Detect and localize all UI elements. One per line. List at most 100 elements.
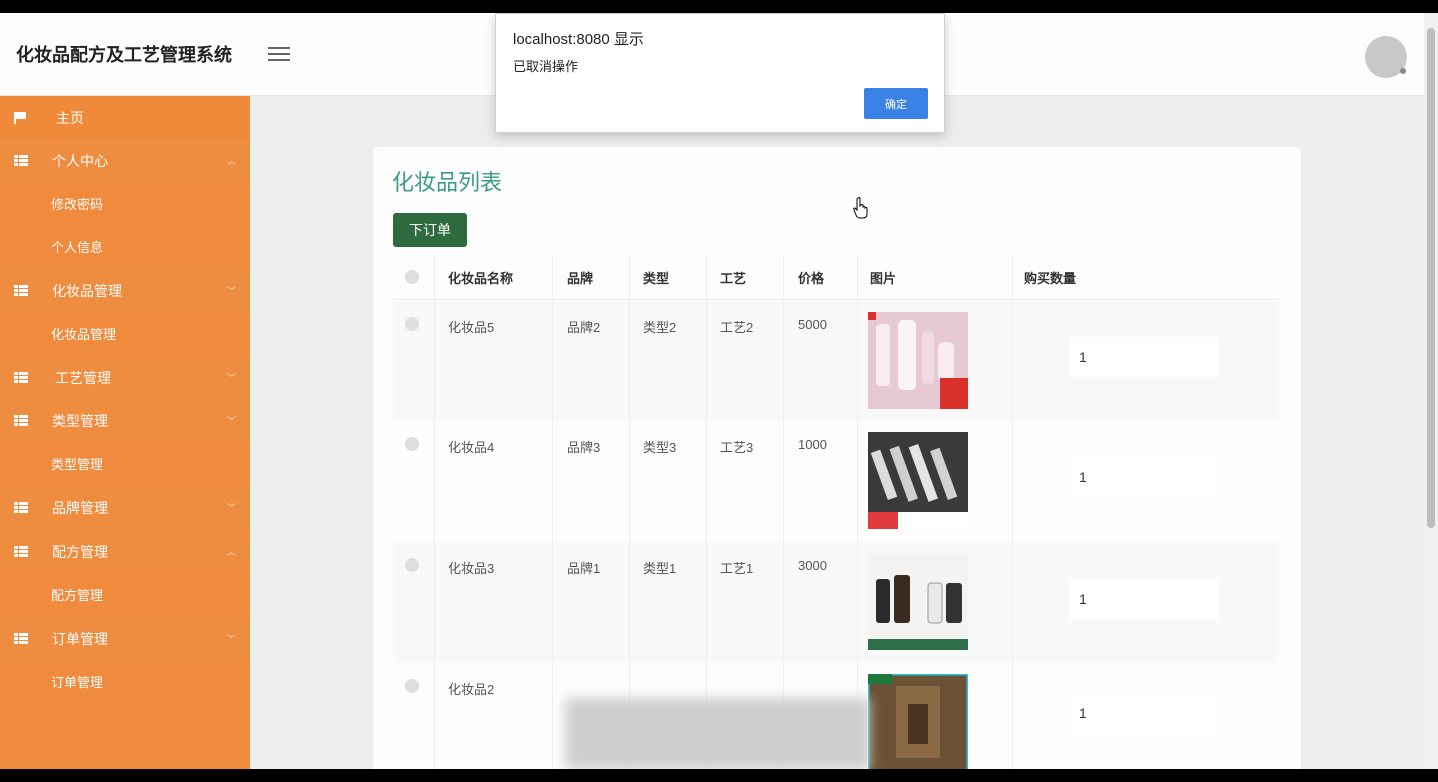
table-row: 化妆品4 品牌3 类型3 工艺3 1000 1 — [393, 421, 1279, 542]
sidebar-item-label: 订单管理 — [52, 630, 108, 647]
row-checkbox[interactable] — [405, 437, 419, 451]
chevron-up-icon: ︿ — [227, 547, 237, 557]
cell-name: 化妆品4 — [435, 421, 553, 542]
scrollbar-thumb[interactable] — [1427, 28, 1435, 528]
sidebar-item-label: 订单管理 — [51, 675, 104, 690]
quantity-input[interactable]: 1 — [1069, 579, 1219, 619]
dark-tubes-image — [868, 432, 968, 529]
table-header-row: 化妆品名称 品牌 类型 工艺 价格 图片 购买数量 — [393, 255, 1279, 300]
sidebar-item-label: 主页 — [56, 109, 84, 126]
sidebar-item-change-password[interactable]: 修改密码 — [0, 182, 250, 225]
sidebar-group-cosmetics[interactable]: 化妆品管理 ﹀ — [0, 269, 250, 312]
sidebar-item-profile[interactable]: 个人信息 — [0, 225, 250, 268]
sidebar-group-formula[interactable]: 配方管理 ︿ — [0, 530, 250, 573]
pink-bottles-image — [868, 312, 968, 409]
grid-icon — [14, 632, 28, 645]
flag-icon — [14, 111, 28, 124]
quantity-input[interactable]: 1 — [1069, 337, 1219, 377]
cell-quantity: 1 — [1013, 421, 1279, 542]
cell-type: 类型3 — [630, 421, 707, 542]
sidebar-group-personal[interactable]: 个人中心 ︿ — [0, 139, 250, 182]
dialog-title: localhost:8080 显示 — [513, 31, 644, 48]
column-header-quantity: 购买数量 — [1024, 270, 1077, 286]
avatar-status-dot — [1400, 68, 1406, 74]
cell-craft: 工艺2 — [707, 301, 784, 421]
column-header-image: 图片 — [858, 255, 1013, 299]
row-checkbox[interactable] — [405, 679, 419, 693]
column-header-name: 化妆品名称 — [435, 255, 553, 299]
cell-brand: 品牌2 — [553, 301, 630, 421]
column-header-craft: 工艺 — [707, 255, 784, 299]
chevron-down-icon: ﹀ — [227, 416, 237, 426]
row-select-cell[interactable] — [393, 301, 435, 421]
sidebar-item-type[interactable]: 类型管理 — [0, 442, 250, 485]
sidebar-item-label: 个人信息 — [51, 240, 104, 255]
cell-price: 1000 — [784, 421, 858, 542]
app-title: 化妆品配方及工艺管理系统 — [16, 45, 232, 65]
alert-dialog: localhost:8080 显示 已取消操作 确定 — [495, 13, 945, 133]
page-title: 化妆品列表 — [392, 170, 503, 195]
sidebar-item-label: 配方管理 — [52, 543, 108, 560]
cell-type: 类型1 — [630, 542, 707, 663]
chevron-down-icon: ﹀ — [227, 373, 237, 383]
screen-bottom-edge — [0, 769, 1438, 782]
sidebar-item-label: 化妆品管理 — [51, 327, 117, 342]
blurred-region — [565, 698, 870, 769]
sidebar-group-craft[interactable]: 工艺管理 ﹀ — [0, 356, 250, 399]
page-scrollbar[interactable] — [1424, 13, 1438, 769]
grid-icon — [14, 414, 28, 427]
cell-image — [858, 421, 1013, 542]
cell-quantity: 1 — [1013, 301, 1279, 421]
sidebar-item-label: 个人中心 — [52, 152, 108, 169]
cell-type: 类型2 — [630, 301, 707, 421]
row-checkbox[interactable] — [405, 558, 419, 572]
app-window: 化妆品配方及工艺管理系统 主页 个人中心 ︿ 修改密码 个人信息 化妆品管理 ﹀ 化… — [0, 13, 1438, 769]
quantity-input[interactable]: 1 — [1069, 693, 1219, 733]
dialog-ok-button[interactable]: 确定 — [864, 88, 928, 119]
quantity-input[interactable]: 1 — [1069, 457, 1219, 497]
sidebar-item-order[interactable]: 订单管理 — [0, 660, 250, 703]
cell-brand: 品牌3 — [553, 421, 630, 542]
sidebar-item-cosmetics[interactable]: 化妆品管理 — [0, 312, 250, 355]
chevron-down-icon: ﹀ — [227, 634, 237, 644]
grid-icon — [14, 371, 28, 384]
grid-icon — [14, 284, 28, 297]
select-all-checkbox[interactable] — [405, 270, 419, 284]
row-select-cell[interactable] — [393, 421, 435, 542]
product-list-card: 化妆品列表 下订单 化妆品名称 品牌 类型 工艺 价格 图片 购买数量 化妆品5… — [373, 147, 1301, 769]
sidebar-group-order[interactable]: 订单管理 ﹀ — [0, 617, 250, 660]
place-order-button[interactable]: 下订单 — [393, 213, 467, 247]
cell-name: 化妆品3 — [435, 542, 553, 663]
table-row: 化妆品5 品牌2 类型2 工艺2 5000 1 — [393, 301, 1279, 421]
sidebar-item-label: 类型管理 — [51, 457, 104, 472]
cell-quantity: 1 — [1013, 542, 1279, 663]
sidebar-item-label: 修改密码 — [51, 197, 104, 212]
chevron-down-icon: ﹀ — [227, 286, 237, 296]
row-select-cell[interactable] — [393, 663, 435, 769]
sidebar: 主页 个人中心 ︿ 修改密码 个人信息 化妆品管理 ﹀ 化妆品管理 工艺管理 ﹀ 类型… — [0, 96, 250, 769]
cell-image — [858, 542, 1013, 663]
cell-price: 5000 — [784, 301, 858, 421]
cell-brand: 品牌1 — [553, 542, 630, 663]
select-all-cell[interactable] — [393, 255, 435, 299]
grid-icon — [14, 154, 28, 167]
sidebar-item-home[interactable]: 主页 — [0, 96, 250, 139]
sidebar-item-label: 化妆品管理 — [52, 282, 122, 299]
sidebar-item-label: 类型管理 — [52, 412, 108, 429]
menu-toggle-icon[interactable] — [268, 47, 290, 63]
cell-quantity: 1 — [1013, 663, 1279, 769]
cell-image — [858, 663, 1013, 769]
grid-icon — [14, 501, 28, 514]
cell-craft: 工艺1 — [707, 542, 784, 663]
row-select-cell[interactable] — [393, 542, 435, 663]
sidebar-group-brand[interactable]: 品牌管理 ﹀ — [0, 486, 250, 529]
sidebar-group-type[interactable]: 类型管理 ﹀ — [0, 399, 250, 442]
row-checkbox[interactable] — [405, 317, 419, 331]
chevron-up-icon: ︿ — [227, 156, 237, 166]
cell-name: 化妆品2 — [435, 663, 553, 769]
sidebar-item-label: 品牌管理 — [52, 499, 108, 516]
cell-craft: 工艺3 — [707, 421, 784, 542]
cell-name: 化妆品5 — [435, 301, 553, 421]
hand-cursor-icon — [853, 197, 868, 219]
sidebar-item-formula[interactable]: 配方管理 — [0, 573, 250, 616]
